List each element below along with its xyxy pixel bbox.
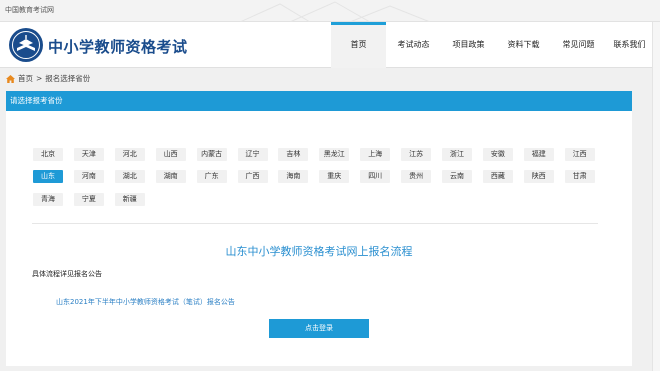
breadcrumb: 首页 > 报名选择省份 [6, 73, 90, 84]
province-button[interactable]: 湖北 [114, 170, 145, 183]
province-button[interactable]: 广西 [237, 170, 268, 183]
province-button[interactable]: 重庆 [319, 170, 350, 183]
home-icon [6, 74, 15, 83]
breadcrumb-separator: > [36, 74, 43, 83]
book-logo-icon [9, 28, 43, 62]
breadcrumb-home-link[interactable]: 首页 [18, 73, 33, 84]
detail-label: 具体流程详见报名公告 [32, 270, 102, 278]
province-button[interactable]: 江苏 [401, 148, 432, 161]
nav-contact[interactable]: 联系我们 [606, 22, 653, 68]
province-button[interactable]: 山西 [155, 148, 186, 161]
province-button[interactable]: 山东 [33, 170, 63, 183]
province-button[interactable]: 宁夏 [73, 193, 104, 206]
province-button[interactable]: 青海 [33, 193, 63, 206]
province-button[interactable]: 吉林 [278, 148, 309, 161]
breadcrumb-current: 报名选择省份 [45, 74, 91, 83]
province-button[interactable]: 贵州 [401, 170, 432, 183]
top-strip: 中国教育考试网 [0, 0, 660, 22]
province-button[interactable]: 云南 [442, 170, 472, 183]
province-button[interactable]: 四川 [360, 170, 391, 183]
province-button[interactable]: 上海 [360, 148, 391, 161]
province-button[interactable]: 湖南 [155, 170, 186, 183]
main-nav: 首页 考试动态 项目政策 资料下载 常见问题 联系我们 [331, 22, 653, 68]
nav-policy[interactable]: 项目政策 [441, 22, 496, 68]
background-lines-decoration [240, 1, 431, 22]
province-button[interactable]: 河南 [73, 170, 104, 183]
province-button[interactable]: 安徽 [482, 148, 513, 161]
nav-home[interactable]: 首页 [331, 22, 386, 68]
login-button[interactable]: 点击登录 [269, 319, 369, 338]
province-button[interactable]: 黑龙江 [319, 148, 350, 161]
province-button[interactable]: 新疆 [114, 193, 145, 206]
province-button[interactable]: 广东 [196, 170, 227, 183]
province-button[interactable]: 西藏 [482, 170, 513, 183]
flow-title: 山东中小学教师资格考试网上报名流程 [225, 245, 413, 258]
province-button[interactable]: 天津 [73, 148, 104, 161]
province-button[interactable]: 江西 [564, 148, 595, 161]
province-panel: 请选择报考省份 北京 天津 河北 山西 内蒙古 辽宁 吉林 黑龙江 上海 江苏 浙江 安徽 福建 江西山东… [6, 91, 632, 366]
province-button[interactable]: 陕西 [523, 170, 554, 183]
nav-exam-news[interactable]: 考试动态 [386, 22, 441, 68]
panel-header: 请选择报考省份 [6, 91, 632, 111]
site-header: 中小学教师资格考试 首页 考试动态 项目政策 资料下载 常见问题 联系我们 [0, 22, 660, 68]
scrollbar[interactable] [652, 22, 660, 371]
province-button[interactable]: 北京 [33, 148, 63, 161]
province-button[interactable]: 河北 [114, 148, 145, 161]
province-button[interactable]: 浙江 [442, 148, 472, 161]
province-button[interactable]: 海南 [278, 170, 309, 183]
province-button[interactable]: 辽宁 [237, 148, 268, 161]
nav-faq[interactable]: 常见问题 [551, 22, 606, 68]
province-button[interactable]: 内蒙古 [196, 148, 227, 161]
top-strip-text: 中国教育考试网 [5, 6, 54, 14]
province-button[interactable]: 甘肃 [564, 170, 595, 183]
divider [32, 223, 598, 224]
province-button[interactable]: 福建 [523, 148, 554, 161]
notice-link[interactable]: 山东2021年下半年中小学教师资格考试（笔试）报名公告 [56, 297, 235, 307]
site-title: 中小学教师资格考试 [48, 38, 188, 56]
nav-downloads[interactable]: 资料下载 [496, 22, 551, 68]
